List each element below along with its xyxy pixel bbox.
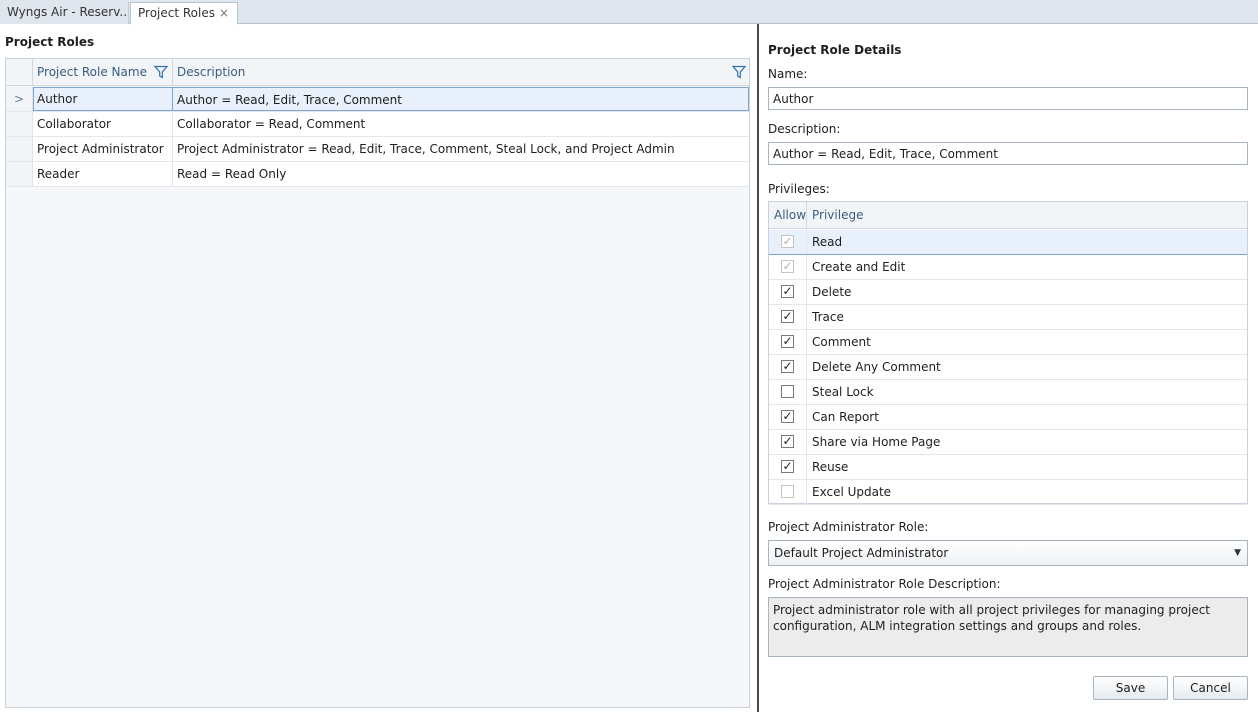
column-header-privilege[interactable]: Privilege (807, 202, 1247, 229)
tab-label: Wyngs Air - Reserv... (7, 5, 129, 19)
allow-cell: ✓ (769, 355, 807, 379)
privilege-name: Reuse (812, 460, 849, 474)
allow-cell: ✓ (769, 230, 807, 254)
details-title: Project Role Details (768, 43, 902, 57)
cancel-button[interactable]: Cancel (1173, 676, 1248, 700)
privilege-name: Steal Lock (812, 385, 874, 399)
column-label: Project Role Name (37, 65, 147, 79)
filter-icon[interactable] (154, 65, 168, 79)
table-row[interactable]: > Author Author = Read, Edit, Trace, Com… (6, 87, 749, 112)
column-header-role-name[interactable]: Project Role Name (33, 59, 173, 86)
tab-wyngs-air[interactable]: Wyngs Air - Reserv... (0, 2, 129, 24)
admin-role-select[interactable]: Default Project Administrator ▼ (768, 540, 1248, 566)
allow-checkbox[interactable]: ✓ (781, 360, 794, 373)
tab-strip: Wyngs Air - Reserv... Project Roles × (0, 0, 1258, 25)
allow-checkbox: ✓ (781, 234, 794, 248)
role-name-cell[interactable]: Project Administrator (33, 137, 173, 161)
description-label: Description: (768, 122, 841, 136)
allow-checkbox[interactable]: ✓ (781, 410, 794, 423)
allow-checkbox[interactable]: ✓ (781, 460, 794, 473)
role-description-cell[interactable]: Author = Read, Edit, Trace, Comment (173, 87, 749, 111)
dropdown-arrow-icon[interactable]: ▼ (1234, 541, 1241, 565)
allow-cell (769, 480, 807, 504)
privilege-name: Comment (812, 335, 871, 349)
admin-role-value: Default Project Administrator (774, 546, 949, 560)
panel-splitter[interactable] (757, 24, 759, 712)
privileges-label: Privileges: (768, 182, 830, 196)
privilege-name: Excel Update (812, 485, 892, 499)
role-description-cell[interactable]: Collaborator = Read, Comment (173, 112, 749, 136)
roles-grid: Project Role Name Description > Author A… (5, 58, 750, 708)
allow-checkbox[interactable]: ✓ (781, 435, 794, 448)
privilege-row[interactable]: ✓ Comment (769, 330, 1247, 355)
privilege-row[interactable]: ✓ Delete Any Comment (769, 355, 1247, 380)
allow-checkbox[interactable] (781, 385, 794, 398)
tab-label: Project Roles (138, 6, 215, 20)
role-name-cell[interactable]: Collaborator (33, 112, 173, 136)
role-name-cell[interactable]: Reader (33, 162, 173, 186)
column-header-allow[interactable]: Allow (769, 202, 807, 229)
row-selector (6, 137, 33, 161)
grid-header: Project Role Name Description (6, 59, 749, 86)
privilege-name: Read (807, 230, 1247, 254)
allow-cell: ✓ (769, 430, 807, 454)
allow-checkbox[interactable]: ✓ (781, 285, 794, 298)
allow-cell: ✓ (769, 305, 807, 329)
allow-cell (769, 380, 807, 404)
name-label: Name: (768, 67, 808, 81)
privilege-name: Delete Any Comment (812, 360, 941, 374)
role-description-cell[interactable]: Read = Read Only (173, 162, 749, 186)
privilege-name: Trace (812, 310, 844, 324)
privilege-row[interactable]: ✓ Reuse (769, 455, 1247, 480)
admin-role-label: Project Administrator Role: (768, 520, 929, 534)
admin-role-desc-label: Project Administrator Role Description: (768, 577, 1001, 591)
filter-icon[interactable] (732, 65, 746, 79)
admin-role-description: Project administrator role with all proj… (768, 597, 1248, 657)
privileges-header: Allow Privilege (769, 202, 1247, 229)
row-selector-header (6, 59, 33, 86)
allow-checkbox (781, 485, 794, 498)
column-label: Description (177, 65, 246, 79)
page-title: Project Roles (5, 35, 95, 49)
column-header-description[interactable]: Description (173, 59, 749, 86)
privilege-name: Create and Edit (812, 260, 906, 274)
privilege-name: Share via Home Page (812, 435, 941, 449)
table-row[interactable]: Collaborator Collaborator = Read, Commen… (6, 112, 749, 137)
name-field[interactable] (768, 87, 1248, 110)
privilege-row[interactable]: Excel Update (769, 480, 1247, 505)
allow-cell: ✓ (769, 330, 807, 354)
save-button[interactable]: Save (1093, 676, 1168, 700)
table-row[interactable]: Reader Read = Read Only (6, 162, 749, 187)
allow-checkbox[interactable]: ✓ (781, 310, 794, 323)
description-field[interactable] (768, 142, 1248, 165)
privilege-row[interactable]: ✓ Create and Edit (769, 255, 1247, 280)
row-selector (6, 112, 33, 136)
allow-cell: ✓ (769, 280, 807, 304)
allow-cell: ✓ (769, 455, 807, 479)
role-description-cell[interactable]: Project Administrator = Read, Edit, Trac… (173, 137, 749, 161)
privilege-name: Can Report (812, 410, 879, 424)
privilege-row[interactable]: ✓ Share via Home Page (769, 430, 1247, 455)
tab-project-roles[interactable]: Project Roles × (130, 2, 238, 25)
allow-checkbox[interactable]: ✓ (781, 335, 794, 348)
row-indicator-icon: > (6, 87, 33, 111)
allow-cell: ✓ (769, 255, 807, 279)
privilege-row[interactable]: ✓ Trace (769, 305, 1247, 330)
allow-cell: ✓ (769, 405, 807, 429)
close-icon[interactable]: × (219, 3, 229, 24)
role-name-cell[interactable]: Author (33, 87, 173, 111)
privilege-row[interactable]: ✓ Delete (769, 280, 1247, 305)
table-row[interactable]: Project Administrator Project Administra… (6, 137, 749, 162)
privilege-name: Delete (812, 285, 852, 299)
privilege-row[interactable]: ✓ Read (769, 230, 1247, 255)
privilege-row[interactable]: Steal Lock (769, 380, 1247, 405)
row-selector (6, 162, 33, 186)
privileges-grid: Allow Privilege ✓ Read ✓ Create and Edit… (768, 201, 1248, 505)
allow-checkbox: ✓ (781, 259, 794, 273)
privilege-row[interactable]: ✓ Can Report (769, 405, 1247, 430)
